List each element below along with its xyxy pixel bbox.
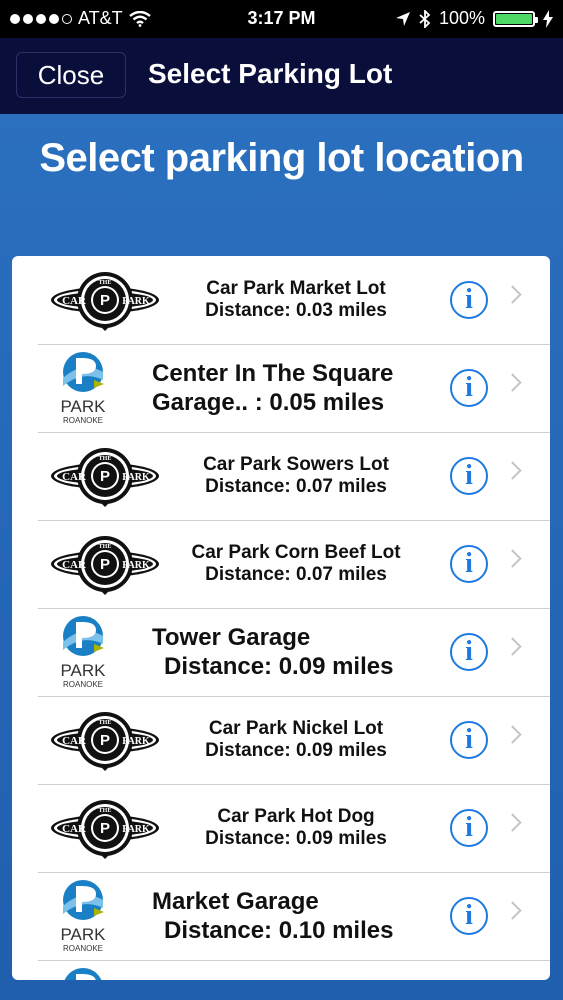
chevron-right-icon bbox=[503, 813, 522, 832]
battery-percent: 100% bbox=[438, 8, 485, 28]
status-bar: AT&T 3:17 PM 100% bbox=[0, 0, 563, 38]
info-icon[interactable]: i bbox=[450, 457, 488, 495]
svg-text:PARK: PARK bbox=[60, 925, 106, 944]
status-right: 100% bbox=[395, 8, 553, 29]
chevron-right-icon bbox=[503, 373, 522, 392]
lot-description: Williamson Lot bbox=[152, 960, 440, 980]
list-item[interactable]: P CAR PARK THE Car Park Corn Beef Lot Dis… bbox=[12, 520, 550, 608]
svg-text:THE: THE bbox=[99, 280, 112, 286]
list-item[interactable]: PARK ROANOKE Williamson Loti bbox=[12, 960, 550, 980]
chevron-right-icon bbox=[503, 285, 522, 304]
lot-name: Car Park Corn Beef Lot bbox=[191, 542, 401, 563]
lot-distance: Distance: 0.09 miles bbox=[164, 653, 394, 680]
list-item[interactable]: PARK ROANOKE Tower Garage Distance: 0.09 … bbox=[12, 608, 550, 696]
lot-name: Market Garage bbox=[152, 888, 319, 915]
bluetooth-icon bbox=[419, 9, 431, 28]
svg-text:P: P bbox=[100, 556, 110, 573]
car-park-logo: P CAR PARK THE bbox=[50, 268, 160, 332]
park-roanoke-logo: PARK ROANOKE bbox=[38, 878, 148, 953]
chevron-right-icon bbox=[503, 637, 522, 656]
park-roanoke-logo: PARK ROANOKE bbox=[38, 614, 148, 689]
lot-description: Car Park Corn Beef Lot Distance: 0.07 mil… bbox=[152, 520, 440, 608]
chevron-right-icon bbox=[503, 725, 522, 744]
lot-distance: Distance: 0.09 miles bbox=[205, 740, 387, 761]
lot-name: Car Park Sowers Lot bbox=[203, 454, 389, 475]
svg-text:CAR: CAR bbox=[62, 295, 87, 307]
page-heading: Select parking lot location bbox=[39, 136, 524, 180]
svg-text:CAR: CAR bbox=[62, 735, 87, 747]
lot-distance: Distance: 0.10 miles bbox=[164, 917, 394, 944]
chevron-right-icon bbox=[503, 461, 522, 480]
svg-text:THE: THE bbox=[99, 456, 112, 462]
lot-description: Car Park Market Lot Distance: 0.03 miles bbox=[152, 256, 440, 344]
car-park-logo: P CAR PARK THE bbox=[50, 444, 160, 508]
park-roanoke-logo: PARK ROANOKE bbox=[38, 350, 148, 425]
lot-description: Tower Garage Distance: 0.09 miles bbox=[152, 608, 440, 696]
lot-description: Market Garage Distance: 0.10 miles bbox=[152, 872, 440, 960]
list-item[interactable]: P CAR PARK THE Car Park Sowers Lot Distan… bbox=[12, 432, 550, 520]
close-button[interactable]: Close bbox=[16, 52, 126, 98]
lot-distance: Distance: 0.03 miles bbox=[205, 300, 387, 321]
svg-text:PARK: PARK bbox=[122, 736, 150, 747]
lot-name: Car Park Nickel Lot bbox=[208, 718, 384, 739]
list-item[interactable]: PARK ROANOKE Market Garage Distance: 0.10… bbox=[12, 872, 550, 960]
navigation-bar: Close Select Parking Lot bbox=[0, 38, 563, 114]
info-icon[interactable]: i bbox=[450, 721, 488, 759]
lot-name: Car Park Market Lot bbox=[206, 278, 386, 299]
lot-name: Car Park Hot Dog bbox=[217, 806, 375, 827]
location-arrow-icon bbox=[395, 11, 410, 26]
svg-text:THE: THE bbox=[99, 808, 112, 814]
content-area: Select parking lot location P CAR PARK T… bbox=[0, 114, 563, 1000]
svg-text:THE: THE bbox=[99, 544, 112, 550]
chevron-right-icon bbox=[503, 901, 522, 920]
info-icon[interactable]: i bbox=[450, 633, 488, 671]
car-park-logo: P CAR PARK THE bbox=[50, 796, 160, 860]
battery-icon bbox=[493, 10, 538, 27]
svg-text:P: P bbox=[100, 732, 110, 749]
svg-text:P: P bbox=[100, 820, 110, 837]
list-item[interactable]: P CAR PARK THE Car Park Hot Dog Distance:… bbox=[12, 784, 550, 872]
svg-text:PARK: PARK bbox=[60, 661, 106, 680]
list-item[interactable]: PARK ROANOKE Center In The Square Garage.… bbox=[12, 344, 550, 432]
lot-description: Car Park Hot Dog Distance: 0.09 miles bbox=[152, 784, 440, 872]
svg-text:PARK: PARK bbox=[60, 397, 106, 416]
car-park-logo: P CAR PARK THE bbox=[50, 708, 160, 772]
lot-name: Tower Garage bbox=[152, 624, 311, 651]
charging-bolt-icon bbox=[543, 9, 553, 28]
list-item[interactable]: P CAR PARK THE Car Park Nickel Lot Distan… bbox=[12, 696, 550, 784]
lot-description: Car Park Sowers Lot Distance: 0.07 miles bbox=[152, 432, 440, 520]
svg-text:PARK: PARK bbox=[122, 296, 150, 307]
list-item[interactable]: P CAR PARK THE Car Park Market Lot Distan… bbox=[12, 256, 550, 344]
svg-text:P: P bbox=[100, 468, 110, 485]
lot-description: Center In The Square Garage.. : 0.05 mile… bbox=[152, 344, 440, 432]
svg-text:ROANOKE: ROANOKE bbox=[63, 416, 103, 425]
parking-lot-list[interactable]: P CAR PARK THE Car Park Market Lot Distan… bbox=[12, 256, 550, 980]
park-roanoke-logo: PARK ROANOKE bbox=[38, 966, 148, 980]
info-icon[interactable]: i bbox=[450, 545, 488, 583]
lot-distance: Distance: 0.07 miles bbox=[205, 476, 387, 497]
car-park-logo: P CAR PARK THE bbox=[50, 532, 160, 596]
svg-text:ROANOKE: ROANOKE bbox=[63, 944, 103, 953]
svg-text:CAR: CAR bbox=[62, 471, 87, 483]
svg-text:ROANOKE: ROANOKE bbox=[63, 680, 103, 689]
lot-distance: Distance: 0.09 miles bbox=[205, 828, 387, 849]
svg-text:PARK: PARK bbox=[122, 560, 150, 571]
svg-text:CAR: CAR bbox=[62, 823, 87, 835]
info-icon[interactable]: i bbox=[450, 897, 488, 935]
lot-description: Car Park Nickel Lot Distance: 0.09 miles bbox=[152, 696, 440, 784]
svg-text:THE: THE bbox=[99, 720, 112, 726]
lot-distance: Distance: 0.07 miles bbox=[205, 564, 387, 585]
info-icon[interactable]: i bbox=[450, 281, 488, 319]
svg-text:CAR: CAR bbox=[62, 559, 87, 571]
nav-title: Select Parking Lot bbox=[148, 58, 393, 89]
chevron-right-icon bbox=[503, 549, 522, 568]
info-icon[interactable]: i bbox=[450, 809, 488, 847]
svg-text:P: P bbox=[100, 292, 110, 309]
lot-distance: Garage.. : 0.05 miles bbox=[152, 389, 385, 416]
lot-name: Center In The Square bbox=[152, 360, 394, 387]
info-icon[interactable]: i bbox=[450, 369, 488, 407]
svg-text:PARK: PARK bbox=[122, 472, 150, 483]
svg-text:PARK: PARK bbox=[122, 824, 150, 835]
